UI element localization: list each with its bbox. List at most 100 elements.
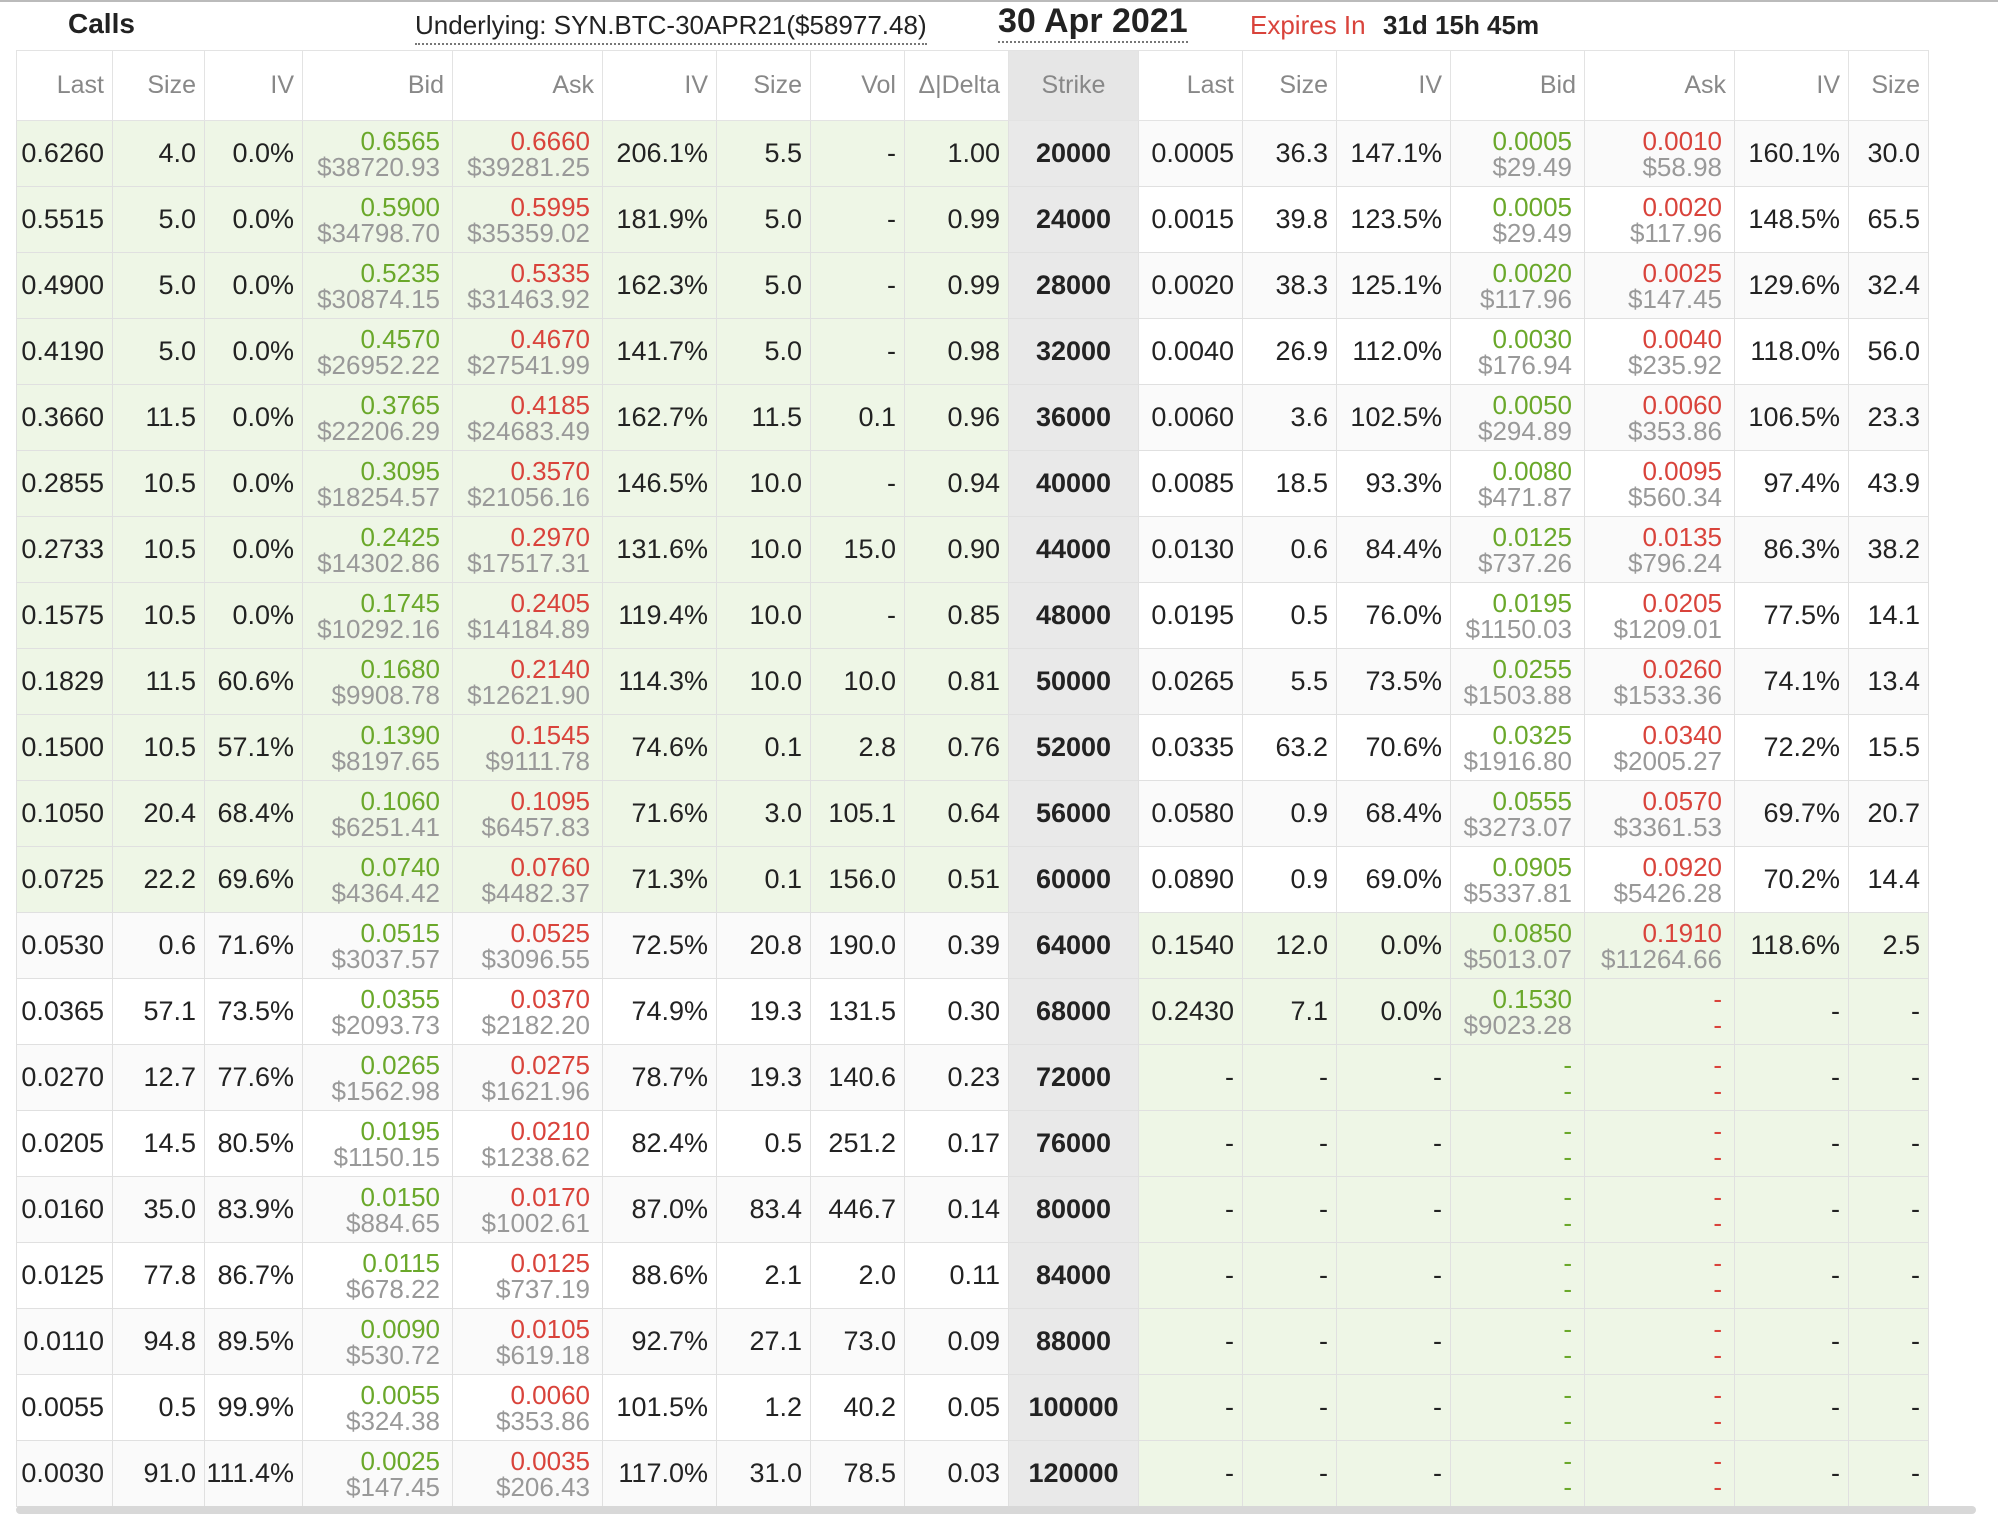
call-bid-price[interactable]: 0.0515 $3037.57: [302, 912, 453, 979]
put-bid-price[interactable]: --: [1450, 1044, 1585, 1111]
call-bid-price[interactable]: 0.0115 $678.22: [302, 1242, 453, 1309]
put-bid-price[interactable]: 0.1530 $9023.28: [1450, 978, 1585, 1045]
call-bid-price[interactable]: 0.1390 $8197.65: [302, 714, 453, 781]
call-bid-price[interactable]: 0.6565 $38720.93: [302, 120, 453, 187]
call-ask-price[interactable]: 0.1095 $6457.83: [452, 780, 603, 847]
put-ask-price[interactable]: --: [1584, 978, 1735, 1045]
call-ask-price[interactable]: 0.0170 $1002.61: [452, 1176, 603, 1243]
call-bid-price[interactable]: 0.5900 $34798.70: [302, 186, 453, 253]
table-row[interactable]: 0.5515 5.0 0.0% 0.5900 $34798.70 0.5995 $35359…: [16, 186, 1929, 253]
put-ask-price[interactable]: --: [1584, 1374, 1735, 1441]
table-row[interactable]: 0.4190 5.0 0.0% 0.4570 $26952.22 0.4670 $27541…: [16, 318, 1929, 385]
put-bid-price[interactable]: 0.0850 $5013.07: [1450, 912, 1585, 979]
call-bid-price[interactable]: 0.1060 $6251.41: [302, 780, 453, 847]
table-row[interactable]: 0.2733 10.5 0.0% 0.2425 $14302.86 0.2970 $1751…: [16, 516, 1929, 583]
expiry-date[interactable]: 30 Apr 2021: [998, 2, 1188, 43]
put-ask-price[interactable]: 0.0095 $560.34: [1584, 450, 1735, 517]
put-bid-price[interactable]: 0.0125 $737.26: [1450, 516, 1585, 583]
put-ask-price[interactable]: 0.0025 $147.45: [1584, 252, 1735, 319]
call-ask-price[interactable]: 0.0125 $737.19: [452, 1242, 603, 1309]
put-bid-price[interactable]: 0.0255 $1503.88: [1450, 648, 1585, 715]
put-bid-price[interactable]: 0.0325 $1916.80: [1450, 714, 1585, 781]
put-ask-price[interactable]: 0.1910 $11264.66: [1584, 912, 1735, 979]
table-row[interactable]: 0.1050 20.4 68.4% 0.1060 $6251.41 0.1095 $6457…: [16, 780, 1929, 847]
put-bid-price[interactable]: --: [1450, 1440, 1585, 1507]
put-ask-price[interactable]: 0.0010 $58.98: [1584, 120, 1735, 187]
call-ask-price[interactable]: 0.6660 $39281.25: [452, 120, 603, 187]
table-row[interactable]: 0.0160 35.0 83.9% 0.0150 $884.65 0.0170 $1002.…: [16, 1176, 1929, 1243]
call-ask-price[interactable]: 0.0060 $353.86: [452, 1374, 603, 1441]
calls-column-header[interactable]: Vol: [810, 50, 905, 121]
put-bid-price[interactable]: 0.0005 $29.49: [1450, 186, 1585, 253]
calls-column-header[interactable]: Last: [16, 50, 113, 121]
table-row[interactable]: 0.4900 5.0 0.0% 0.5235 $30874.15 0.5335 $31463…: [16, 252, 1929, 319]
table-row[interactable]: 0.1500 10.5 57.1% 0.1390 $8197.65 0.1545 $9111…: [16, 714, 1929, 781]
call-bid-price[interactable]: 0.0055 $324.38: [302, 1374, 453, 1441]
call-ask-price[interactable]: 0.0035 $206.43: [452, 1440, 603, 1507]
call-bid-price[interactable]: 0.0025 $147.45: [302, 1440, 453, 1507]
call-ask-price[interactable]: 0.0210 $1238.62: [452, 1110, 603, 1177]
table-row[interactable]: 0.2855 10.5 0.0% 0.3095 $18254.57 0.3570 $2105…: [16, 450, 1929, 517]
put-bid-price[interactable]: --: [1450, 1110, 1585, 1177]
table-row[interactable]: 0.0725 22.2 69.6% 0.0740 $4364.42 0.0760 $4482…: [16, 846, 1929, 913]
call-bid-price[interactable]: 0.4570 $26952.22: [302, 318, 453, 385]
call-ask-price[interactable]: 0.0105 $619.18: [452, 1308, 603, 1375]
call-bid-price[interactable]: 0.5235 $30874.15: [302, 252, 453, 319]
put-bid-price[interactable]: --: [1450, 1242, 1585, 1309]
put-ask-price[interactable]: 0.0040 $235.92: [1584, 318, 1735, 385]
put-bid-price[interactable]: 0.0080 $471.87: [1450, 450, 1585, 517]
horizontal-scrollbar[interactable]: [16, 1506, 1976, 1514]
put-ask-price[interactable]: 0.0020 $117.96: [1584, 186, 1735, 253]
put-ask-price[interactable]: --: [1584, 1110, 1735, 1177]
put-bid-price[interactable]: 0.0050 $294.89: [1450, 384, 1585, 451]
table-row[interactable]: 0.0530 0.6 71.6% 0.0515 $3037.57 0.0525 $3096.…: [16, 912, 1929, 979]
call-bid-price[interactable]: 0.0150 $884.65: [302, 1176, 453, 1243]
call-ask-price[interactable]: 0.0760 $4482.37: [452, 846, 603, 913]
call-ask-price[interactable]: 0.2140 $12621.90: [452, 648, 603, 715]
call-ask-price[interactable]: 0.4185 $24683.49: [452, 384, 603, 451]
calls-column-header[interactable]: Ask: [452, 50, 603, 121]
call-ask-price[interactable]: 0.5995 $35359.02: [452, 186, 603, 253]
call-bid-price[interactable]: 0.0355 $2093.73: [302, 978, 453, 1045]
put-ask-price[interactable]: --: [1584, 1044, 1735, 1111]
put-ask-price[interactable]: 0.0060 $353.86: [1584, 384, 1735, 451]
calls-column-header[interactable]: IV: [602, 50, 717, 121]
call-ask-price[interactable]: 0.3570 $21056.16: [452, 450, 603, 517]
call-ask-price[interactable]: 0.0370 $2182.20: [452, 978, 603, 1045]
table-row[interactable]: 0.0055 0.5 99.9% 0.0055 $324.38 0.0060 $353.86…: [16, 1374, 1929, 1441]
puts-column-header[interactable]: Ask: [1584, 50, 1735, 121]
table-row[interactable]: 0.6260 4.0 0.0% 0.6565 $38720.93 0.6660 $39281…: [16, 120, 1929, 187]
put-ask-price[interactable]: 0.0135 $796.24: [1584, 516, 1735, 583]
put-ask-price[interactable]: 0.0570 $3361.53: [1584, 780, 1735, 847]
call-ask-price[interactable]: 0.2405 $14184.89: [452, 582, 603, 649]
call-bid-price[interactable]: 0.2425 $14302.86: [302, 516, 453, 583]
table-row[interactable]: 0.3660 11.5 0.0% 0.3765 $22206.29 0.4185 $2468…: [16, 384, 1929, 451]
put-ask-price[interactable]: --: [1584, 1440, 1735, 1507]
puts-column-header[interactable]: Size: [1242, 50, 1337, 121]
put-bid-price[interactable]: 0.0555 $3273.07: [1450, 780, 1585, 847]
puts-column-header[interactable]: IV: [1336, 50, 1451, 121]
put-bid-price[interactable]: --: [1450, 1308, 1585, 1375]
table-row[interactable]: 0.0270 12.7 77.6% 0.0265 $1562.98 0.0275 $1621…: [16, 1044, 1929, 1111]
puts-column-header[interactable]: Last: [1138, 50, 1243, 121]
calls-column-header[interactable]: Bid: [302, 50, 453, 121]
put-ask-price[interactable]: --: [1584, 1176, 1735, 1243]
call-bid-price[interactable]: 0.0195 $1150.15: [302, 1110, 453, 1177]
put-bid-price[interactable]: 0.0030 $176.94: [1450, 318, 1585, 385]
call-ask-price[interactable]: 0.1545 $9111.78: [452, 714, 603, 781]
table-row[interactable]: 0.0125 77.8 86.7% 0.0115 $678.22 0.0125 $737.1…: [16, 1242, 1929, 1309]
puts-column-header[interactable]: Bid: [1450, 50, 1585, 121]
table-row[interactable]: 0.0030 91.0 111.4% 0.0025 $147.45 0.0035 $206.…: [16, 1440, 1929, 1507]
underlying-label[interactable]: Underlying: SYN.BTC-30APR21($58977.48): [415, 10, 927, 45]
put-ask-price[interactable]: --: [1584, 1242, 1735, 1309]
table-row[interactable]: 0.0110 94.8 89.5% 0.0090 $530.72 0.0105 $619.1…: [16, 1308, 1929, 1375]
calls-column-header[interactable]: Size: [716, 50, 811, 121]
call-bid-price[interactable]: 0.1745 $10292.16: [302, 582, 453, 649]
put-ask-price[interactable]: 0.0920 $5426.28: [1584, 846, 1735, 913]
call-ask-price[interactable]: 0.5335 $31463.92: [452, 252, 603, 319]
put-bid-price[interactable]: --: [1450, 1374, 1585, 1441]
puts-column-header[interactable]: IV: [1734, 50, 1849, 121]
strike-column-header[interactable]: Strike: [1008, 50, 1139, 121]
put-bid-price[interactable]: 0.0020 $117.96: [1450, 252, 1585, 319]
call-ask-price[interactable]: 0.4670 $27541.99: [452, 318, 603, 385]
